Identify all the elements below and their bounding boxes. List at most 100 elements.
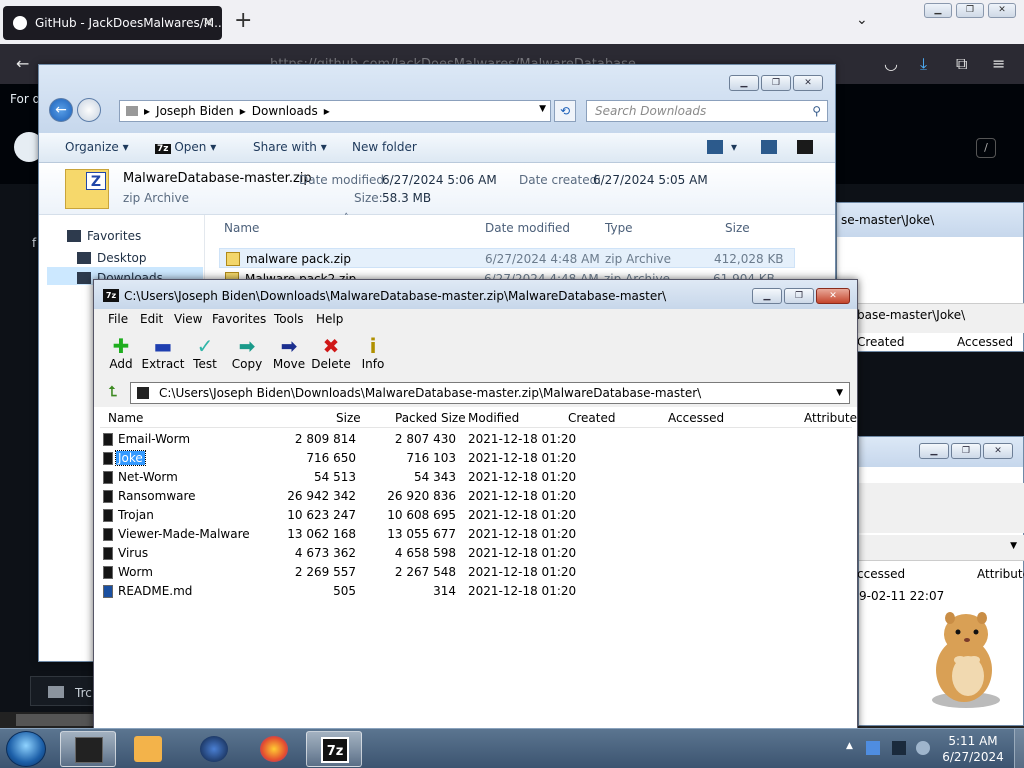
minimize-button[interactable]: ▁ [729,75,759,91]
maximize-button[interactable]: ❐ [951,443,981,459]
menu-tools[interactable]: Tools [274,312,304,326]
column-name[interactable]: Name [108,411,143,425]
volume-icon[interactable] [916,741,930,755]
move-button[interactable]: ➡ Move [266,335,312,371]
add-button[interactable]: ✚ Add [98,335,144,371]
column-size[interactable]: Size [336,411,361,425]
close-button[interactable]: ✕ [988,3,1016,18]
nav-desktop[interactable]: Desktop [77,251,147,265]
archive-row[interactable]: Ransomware 26 942 342 26 920 836 2021-12… [100,487,852,506]
address-bar[interactable]: ▸ Joseph Biden ▸ Downloads ▸ ▼ [119,100,551,122]
column-created[interactable]: Created [568,411,616,425]
close-button[interactable]: ✕ [793,75,823,91]
archive-row[interactable]: Trojan 10 623 247 10 608 695 2021-12-18 … [100,506,852,525]
pocket-icon[interactable]: ◡ [884,54,898,73]
show-desktop-button[interactable] [1014,729,1024,768]
nav-favorites[interactable]: Favorites [67,229,141,243]
forward-button[interactable] [77,98,101,122]
column-size[interactable]: Size [725,221,750,235]
file-name: malware pack.zip [246,252,351,266]
organize-button[interactable]: Organize ▾ [65,140,129,154]
maximize-button[interactable]: ❐ [956,3,984,18]
archive-row[interactable]: Joke 716 650 716 103 2021-12-18 01:20 [100,449,852,468]
column-attributes[interactable]: Attribute [977,567,1024,581]
help-icon[interactable] [797,140,813,154]
menu-edit[interactable]: Edit [140,312,163,326]
display-icon[interactable] [892,741,906,755]
archive-row[interactable]: Email-Worm 2 809 814 2 807 430 2021-12-1… [100,430,852,449]
file-row[interactable]: malware pack.zip 6/27/2024 4:48 AM zip A… [219,248,795,268]
minimize-button[interactable]: ▁ [924,3,952,18]
menu-view[interactable]: View [174,312,202,326]
column-modified[interactable]: Modified [468,411,519,425]
search-shortcut-key[interactable]: / [976,138,996,158]
clock[interactable]: 5:11 AM 6/27/2024 [940,733,1006,765]
chevron-down-icon[interactable]: ▼ [539,104,546,114]
column-accessed[interactable]: Accessed [957,335,1013,349]
taskbar: 7z ▲ 5:11 AM 6/27/2024 [0,728,1024,768]
github-file-label[interactable]: Trc [75,686,92,700]
column-created[interactable]: Created [857,335,905,349]
open-button[interactable]: 7z Open ▾ [155,140,216,154]
path-combobox[interactable]: C:\Users\Joseph Biden\Downloads\MalwareD… [130,382,850,404]
menu-favorites[interactable]: Favorites [212,312,266,326]
column-name[interactable]: Name [224,221,259,235]
info-button[interactable]: i Info [350,335,396,371]
breadcrumb-user[interactable]: Joseph Biden [156,104,234,118]
maximize-button[interactable]: ❐ [784,288,814,304]
archive-row[interactable]: Net-Worm 54 513 54 343 2021-12-18 01:20 [100,468,852,487]
taskbar-media-player[interactable] [120,731,176,767]
search-input[interactable]: Search Downloads ⚲ [586,100,828,122]
column-accessed[interactable]: Accessed [668,411,724,425]
close-button[interactable]: ✕ [983,443,1013,459]
column-type[interactable]: Type [605,221,633,235]
archive-row[interactable]: Virus 4 673 362 4 658 598 2021-12-18 01:… [100,544,852,563]
downloads-icon[interactable]: ⤓ [920,54,927,74]
archive-row[interactable]: Worm 2 269 557 2 267 548 2021-12-18 01:2… [100,563,852,582]
list-tabs-button[interactable]: ⌄ [856,12,868,28]
back-arrow-icon[interactable]: ← [16,54,29,73]
search-icon[interactable]: ⚲ [812,101,821,121]
column-accessed[interactable]: ccessed [857,567,905,581]
copy-button[interactable]: ➡ Copy [224,335,270,371]
breadcrumb-downloads[interactable]: Downloads [252,104,318,118]
close-tab-icon[interactable]: ✕ [202,15,214,31]
change-view-icon[interactable] [707,140,723,154]
taskbar-app[interactable] [186,731,242,767]
column-packed-size[interactable]: Packed Size [395,411,466,425]
column-date-modified[interactable]: Date modified [485,221,570,235]
menu-icon[interactable]: ≡ [992,54,1005,73]
new-folder-button[interactable]: New folder [352,140,417,154]
extensions-icon[interactable]: ⧉ [956,54,967,74]
refresh-button[interactable]: ⟲ [554,100,576,122]
start-button[interactable] [6,731,46,767]
column-attributes[interactable]: Attribute [804,411,857,425]
extract-button[interactable]: ▬ Extract [140,335,186,371]
maximize-button[interactable]: ❐ [761,75,791,91]
menu-help[interactable]: Help [316,312,343,326]
browser-tab-github[interactable]: GitHub - JackDoesMalwares/M... ✕ [3,6,222,40]
taskbar-firefox[interactable] [246,731,302,767]
minimize-button[interactable]: ▁ [919,443,949,459]
archive-row[interactable]: Viewer-Made-Malware 13 062 168 13 055 67… [100,525,852,544]
scrollbar-thumb[interactable] [16,714,96,726]
close-button[interactable]: ✕ [816,288,850,304]
menu-file[interactable]: File [108,312,128,326]
hamster-desktop-pet[interactable] [920,600,1012,710]
share-with-button[interactable]: Share with ▾ [253,140,327,154]
delete-button[interactable]: ✖ Delete [308,335,354,371]
chevron-down-icon[interactable]: ▾ [731,140,737,154]
archive-row[interactable]: README.md 505 314 2021-12-18 01:20 [100,582,852,601]
taskbar-7zip[interactable]: 7z [306,731,362,767]
network-icon[interactable] [866,741,880,755]
back-button[interactable]: ← [49,98,73,122]
new-tab-button[interactable]: + [234,8,252,34]
chevron-down-icon[interactable]: ▼ [836,383,843,403]
tray-expand-icon[interactable]: ▲ [846,741,853,751]
preview-pane-icon[interactable] [761,140,777,154]
taskbar-terminal[interactable] [60,731,116,767]
minimize-button[interactable]: ▁ [752,288,782,304]
folder-up-icon[interactable]: ⮤ [104,384,122,402]
dropdown-icon[interactable]: ▼ [1010,541,1017,551]
test-button[interactable]: ✓ Test [182,335,228,371]
